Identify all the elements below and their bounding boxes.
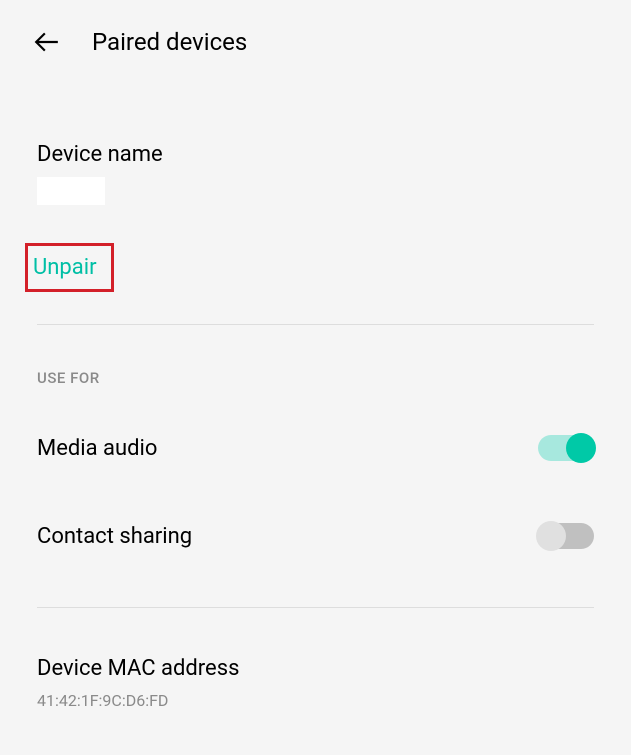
device-name-label: Device name [37,142,594,167]
mac-address-section: Device MAC address 41:42:1F:9C:D6:FD [37,656,594,710]
contact-sharing-toggle[interactable] [538,523,594,549]
back-arrow-icon[interactable] [34,29,60,55]
unpair-button[interactable]: Unpair [33,255,97,280]
device-name-value [37,177,105,205]
mac-address-value: 41:42:1F:9C:D6:FD [37,691,594,710]
mac-address-label: Device MAC address [37,656,594,681]
media-audio-label: Media audio [37,436,157,461]
contact-sharing-label: Contact sharing [37,524,192,549]
header: Paired devices [0,0,631,84]
page-title: Paired devices [92,28,247,56]
divider [37,607,594,608]
media-audio-toggle[interactable] [538,435,594,461]
content: Device name Unpair USE FOR Media audio C… [0,142,631,710]
toggle-knob [536,521,566,551]
device-name-section[interactable]: Device name [37,142,594,205]
toggle-knob [566,433,596,463]
use-for-header: USE FOR [37,369,594,387]
divider [37,324,594,325]
unpair-highlight: Unpair [25,243,114,292]
media-audio-row[interactable]: Media audio [37,435,594,461]
contact-sharing-row[interactable]: Contact sharing [37,523,594,549]
